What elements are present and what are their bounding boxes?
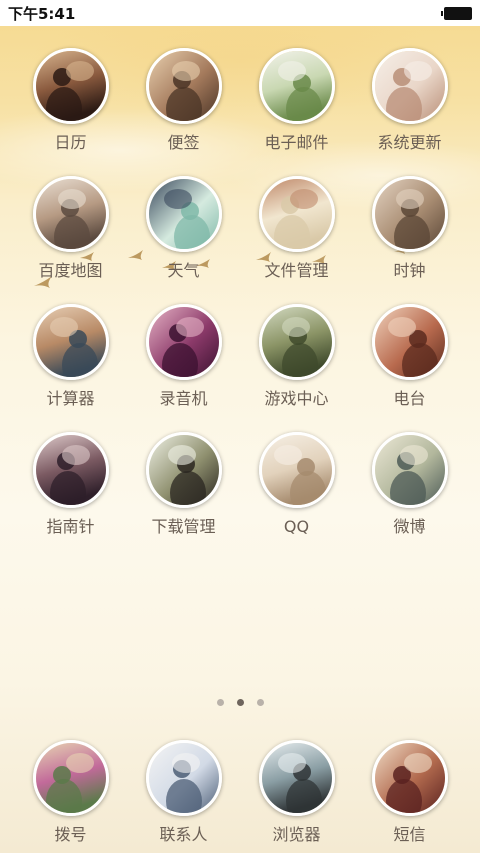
app-grid: 日历 便签 电子邮件 系统更新百度地图 天气 文件管理 时钟计算器 录音机 游戏中心 电台指南针 下… (0, 48, 480, 538)
app-browser[interactable]: 浏览器 (240, 740, 353, 846)
system-update-icon[interactable] (371, 48, 448, 124)
radio-icon[interactable] (371, 304, 448, 380)
app-label: 便签 (167, 133, 200, 152)
app-label: 微博 (393, 517, 426, 536)
app-label: 文件管理 (264, 261, 329, 280)
app-label: 联系人 (159, 825, 208, 844)
app-label: 天气 (167, 261, 200, 280)
app-qq[interactable]: QQ (240, 432, 353, 538)
app-label: 浏览器 (272, 825, 321, 844)
page-dot[interactable] (236, 699, 244, 706)
battery-icon (441, 6, 480, 20)
app-recorder[interactable]: 录音机 (127, 304, 240, 410)
app-notes[interactable]: 便签 (127, 48, 240, 154)
game-center-icon[interactable] (258, 304, 335, 380)
clock-icon[interactable] (371, 176, 448, 252)
page-indicator (0, 699, 480, 706)
app-calendar[interactable]: 日历 (14, 48, 127, 154)
app-game-center[interactable]: 游戏中心 (240, 304, 353, 410)
status-time: 下午5:41 (8, 4, 76, 23)
app-label: 系统更新 (377, 133, 442, 152)
email-icon[interactable] (258, 48, 335, 124)
app-dialer[interactable]: 拨号 (14, 740, 127, 846)
app-baidu-map[interactable]: 百度地图 (14, 176, 127, 282)
app-label: 短信 (393, 825, 426, 844)
app-label: 时钟 (393, 261, 426, 280)
calendar-icon[interactable] (32, 48, 109, 124)
app-label: 电子邮件 (264, 133, 329, 152)
app-compass[interactable]: 指南针 (14, 432, 127, 538)
app-label: 指南针 (46, 517, 95, 536)
browser-icon[interactable] (258, 740, 335, 816)
compass-icon[interactable] (32, 432, 109, 508)
battery-tip (441, 10, 443, 16)
qq-icon[interactable] (258, 432, 335, 508)
app-label: 录音机 (159, 389, 208, 408)
calculator-icon[interactable] (32, 304, 109, 380)
app-contacts[interactable]: 联系人 (127, 740, 240, 846)
app-clock[interactable]: 时钟 (353, 176, 466, 282)
app-label: 拨号 (54, 825, 87, 844)
messages-icon[interactable] (371, 740, 448, 816)
app-messages[interactable]: 短信 (353, 740, 466, 846)
app-label: 日历 (54, 133, 87, 152)
app-weibo[interactable]: 微博 (353, 432, 466, 538)
app-system-update[interactable]: 系统更新 (353, 48, 466, 154)
app-label: QQ (283, 517, 310, 536)
download-manager-icon[interactable] (145, 432, 222, 508)
file-manager-icon[interactable] (258, 176, 335, 252)
app-email[interactable]: 电子邮件 (240, 48, 353, 154)
battery-body (444, 6, 472, 20)
dialer-icon[interactable] (32, 740, 109, 816)
status-bar: 下午5:41 (0, 0, 480, 26)
app-label: 游戏中心 (264, 389, 329, 408)
app-label: 电台 (393, 389, 426, 408)
page-dot[interactable] (216, 699, 224, 706)
app-label: 下载管理 (151, 517, 216, 536)
app-download-manager[interactable]: 下载管理 (127, 432, 240, 538)
app-weather[interactable]: 天气 (127, 176, 240, 282)
contacts-icon[interactable] (145, 740, 222, 816)
baidu-map-icon[interactable] (32, 176, 109, 252)
app-file-manager[interactable]: 文件管理 (240, 176, 353, 282)
weather-icon[interactable] (145, 176, 222, 252)
app-calculator[interactable]: 计算器 (14, 304, 127, 410)
notes-icon[interactable] (145, 48, 222, 124)
app-label: 计算器 (46, 389, 95, 408)
app-radio[interactable]: 电台 (353, 304, 466, 410)
dock: 拨号 联系人 浏览器 短信 (0, 740, 480, 846)
weibo-icon[interactable] (371, 432, 448, 508)
recorder-icon[interactable] (145, 304, 222, 380)
page-dot[interactable] (256, 699, 264, 706)
app-label: 百度地图 (38, 261, 103, 280)
